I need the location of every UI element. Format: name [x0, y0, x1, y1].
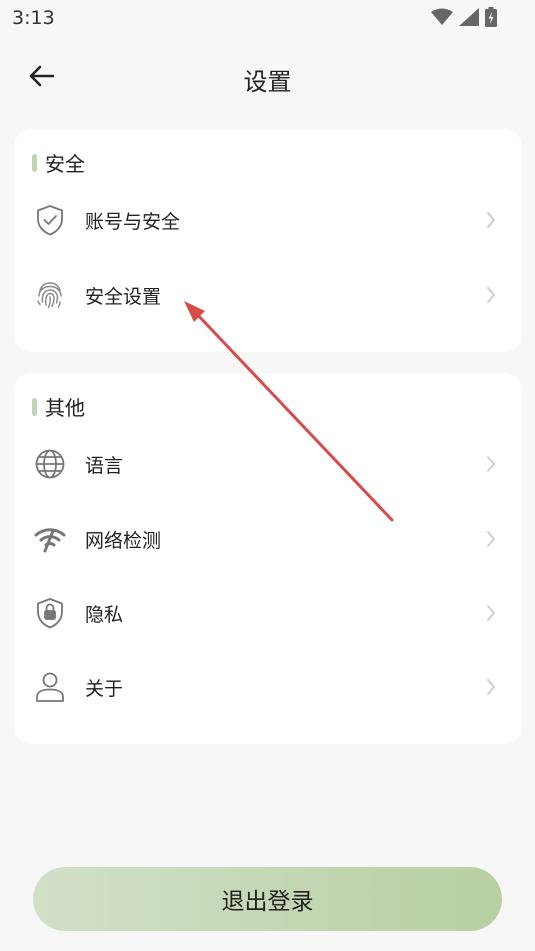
section-header-security: 安全: [32, 148, 85, 177]
section-accent-bar: [32, 153, 37, 172]
chevron-right-icon: [484, 285, 498, 305]
globe-icon: [34, 448, 66, 480]
status-icons: [431, 7, 497, 31]
item-label: 关于: [85, 677, 124, 700]
chevron-right-icon: [484, 529, 498, 549]
list-item-privacy[interactable]: 隐私: [14, 583, 522, 643]
wifi-icon: [431, 8, 453, 30]
section-accent-bar: [32, 397, 37, 416]
item-label: 隐私: [85, 603, 124, 626]
section-title: 安全: [45, 152, 85, 176]
fingerprint-icon: [34, 279, 66, 311]
chevron-right-icon: [484, 210, 498, 230]
person-icon: [34, 671, 66, 703]
battery-charging-icon: [485, 7, 497, 31]
shield-check-icon: [34, 204, 66, 236]
section-title: 其他: [45, 396, 85, 420]
header: 设置: [0, 50, 535, 106]
item-label: 网络检测: [85, 529, 162, 552]
list-item-network-check[interactable]: 网络检测: [14, 509, 522, 569]
lock-shield-icon: [34, 597, 66, 629]
chevron-right-icon: [484, 677, 498, 697]
cellular-signal-icon: [459, 8, 479, 30]
security-card: 安全 账号与安全 安全设置: [14, 129, 522, 352]
other-card: 其他 语言 网络检测 隐私 关于: [14, 373, 522, 744]
list-item-language[interactable]: 语言: [14, 434, 522, 494]
list-item-security-settings[interactable]: 安全设置: [14, 265, 522, 325]
chevron-right-icon: [484, 454, 498, 474]
page-title: 设置: [243, 68, 292, 96]
list-item-about[interactable]: 关于: [14, 657, 522, 717]
item-label: 账号与安全: [85, 210, 181, 233]
section-header-other: 其他: [32, 392, 85, 421]
logout-button[interactable]: 退出登录: [33, 867, 502, 931]
item-label: 安全设置: [85, 285, 162, 308]
wifi-signal-icon: [34, 523, 66, 555]
status-bar: 3:13: [0, 0, 535, 36]
status-time: 3:13: [12, 7, 55, 29]
item-label: 语言: [85, 454, 124, 477]
chevron-right-icon: [484, 603, 498, 623]
list-item-account-security[interactable]: 账号与安全: [14, 190, 522, 250]
